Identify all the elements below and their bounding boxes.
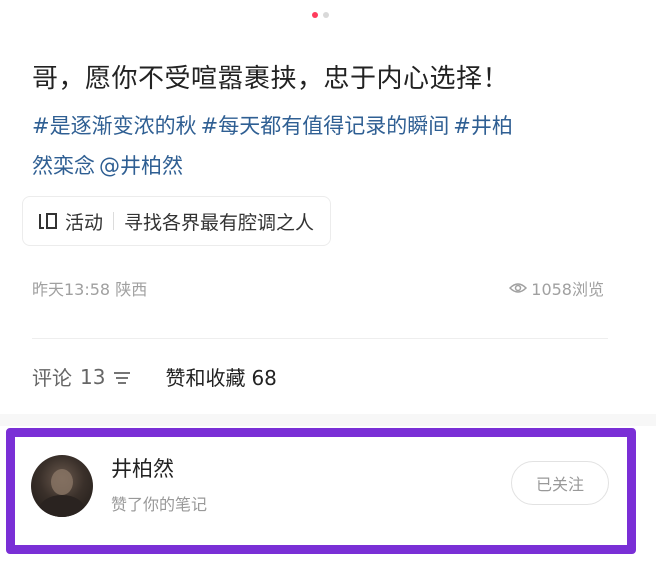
avatar[interactable] — [31, 455, 93, 517]
avatar-body — [39, 495, 85, 517]
carousel-indicator — [0, 12, 640, 18]
section-separator — [0, 414, 656, 426]
view-count: 1058浏览 — [509, 276, 604, 300]
followed-button[interactable]: 已关注 — [511, 461, 609, 505]
view-count-text: 1058浏览 — [531, 280, 604, 299]
eye-icon — [509, 281, 528, 295]
tab-comments[interactable]: 评论 13 — [32, 362, 133, 391]
notification-text: 赞了你的笔记 — [111, 495, 208, 514]
tab-likes-label: 赞和收藏 — [165, 366, 246, 390]
tab-likes-count: 68 — [251, 366, 277, 390]
hashtag-jing-bo-cont[interactable]: 然栾念 — [32, 154, 95, 178]
notification-item[interactable]: 井柏然 赞了你的笔记 已关注 — [15, 437, 627, 545]
sort-icon[interactable] — [111, 368, 133, 386]
highlight-box: 井柏然 赞了你的笔记 已关注 — [6, 428, 636, 554]
post-title: 哥，愿你不受喧嚣裹挟，忠于内心选择！ — [32, 64, 510, 94]
post-time: 昨天13:58 — [32, 280, 111, 299]
hashtag-daily-moments[interactable]: #每天都有值得记录的瞬间 — [201, 114, 450, 138]
post-meta: 昨天13:58 陕西 — [32, 276, 147, 300]
mention-user[interactable]: @井柏然 — [99, 154, 183, 178]
avatar-face — [51, 469, 73, 495]
carousel-dot-active[interactable] — [311, 12, 318, 18]
chip-divider — [113, 212, 115, 230]
activity-icon — [37, 210, 59, 232]
post-location: 陕西 — [115, 280, 148, 299]
note-detail-page: 哥，愿你不受喧嚣裹挟，忠于内心选择！ #是逐渐变浓的秋 #每天都有值得记录的瞬间 #… — [0, 0, 656, 564]
hashtag-autumn[interactable]: #是逐渐变浓的秋 — [32, 114, 197, 138]
tab-comments-label: 评论 — [32, 366, 72, 390]
activity-chip[interactable]: 活动 寻找各界最有腔调之人 — [22, 196, 332, 246]
activity-title: 寻找各界最有腔调之人 — [124, 211, 315, 234]
interaction-tabs: 评论 13 赞和收藏 68 — [32, 362, 277, 391]
hashtag-list: #是逐渐变浓的秋 #每天都有值得记录的瞬间 #井柏然栾念 @井柏然 — [32, 106, 612, 186]
activity-label: 活动 — [65, 211, 104, 234]
carousel-dot[interactable] — [322, 12, 329, 18]
hashtag-jing-bo[interactable]: #井柏 — [453, 114, 513, 138]
tab-comments-count: 13 — [80, 364, 106, 389]
divider — [32, 338, 608, 339]
tab-likes-favorites[interactable]: 赞和收藏 68 — [165, 362, 276, 391]
user-name[interactable]: 井柏然 — [111, 453, 174, 483]
